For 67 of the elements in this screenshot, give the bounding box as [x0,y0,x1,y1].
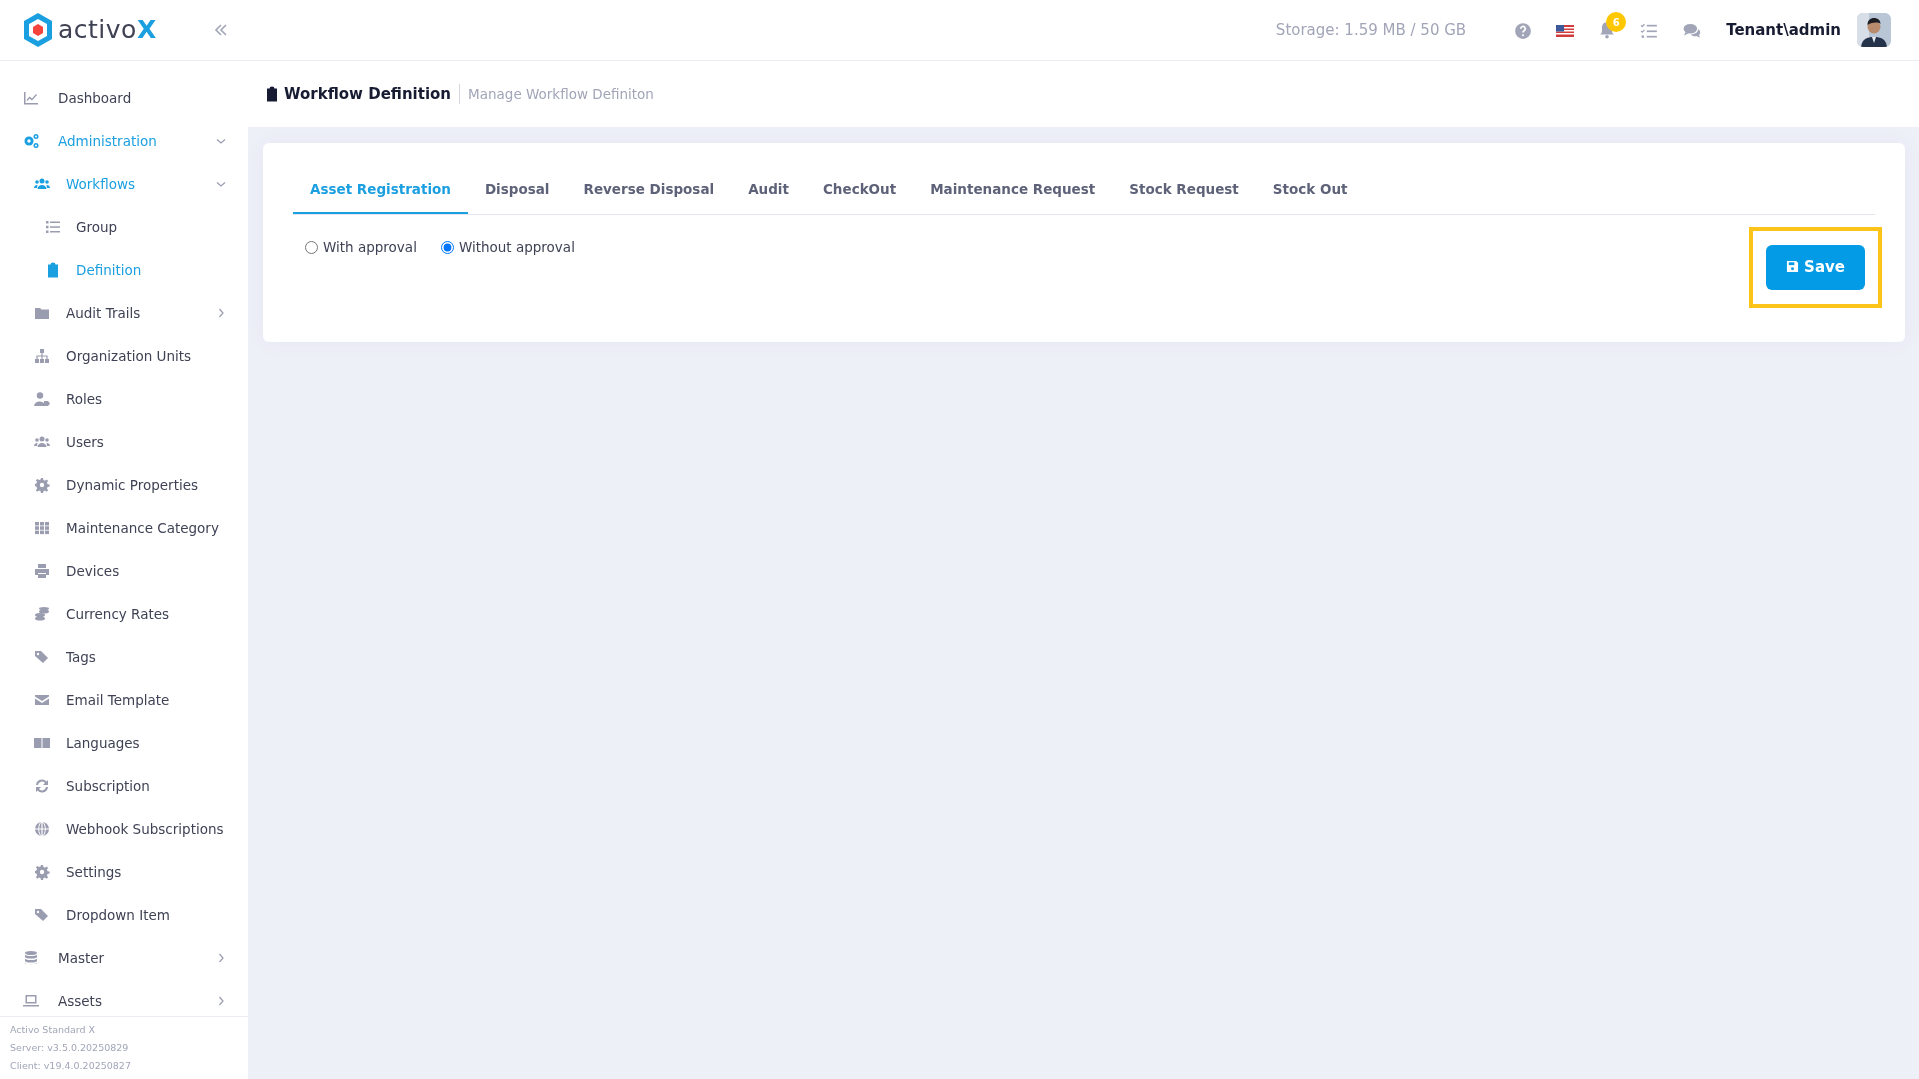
storage-text: Storage: 1.59 MB / 50 GB [1275,19,1467,41]
radio-button[interactable] [305,240,318,254]
chevron-right-icon [216,953,226,964]
sync-icon [33,778,51,795]
sidebar-item[interactable]: Organization Units [0,334,248,378]
user-name[interactable]: Tenant\admin [1726,18,1841,42]
gears-icon [22,133,40,150]
flag-icon[interactable] [1556,24,1575,37]
sidebar-item[interactable]: Devices [0,549,248,593]
tasks-icon[interactable] [1640,21,1659,40]
sidebar-item[interactable]: Master [0,936,248,980]
tab[interactable]: Audit [731,165,806,215]
sidebar-item[interactable]: Tags [0,635,248,679]
sidebar-item[interactable]: Roles [0,377,248,421]
folder-icon [33,305,51,322]
database-icon [22,950,40,967]
gear-icon [33,864,51,881]
printer-icon [33,563,51,580]
floppy-icon [1786,260,1800,274]
sidebar-item[interactable]: Languages [0,721,248,765]
grid-icon [33,520,51,537]
version-text: Activo Standard X [10,1023,97,1037]
help-icon[interactable] [1514,21,1533,40]
tab[interactable]: CheckOut [805,165,914,215]
sidebar-item[interactable]: Assets [0,979,248,1016]
sidebar-item[interactable]: Dropdown Item [0,893,248,937]
laptop-icon [22,993,40,1010]
gear-icon [33,477,51,494]
sidebar-item[interactable]: Users [0,420,248,464]
sidebar-item[interactable]: Settings [0,850,248,894]
tag-icon [33,649,51,666]
sidebar-item[interactable]: Email Template [0,678,248,722]
tab[interactable]: Disposal [467,165,567,215]
sitemap-icon [33,348,51,365]
page-title: Workflow Definition [284,83,452,105]
collapse-icon[interactable] [214,22,228,37]
tab[interactable]: Stock Out [1255,165,1365,215]
sidebar-item[interactable]: Group [0,205,248,249]
sidebar-item[interactable]: Webhook Subscriptions [0,807,248,851]
globe-icon [33,821,51,838]
list-icon [44,219,62,236]
sidebar-item[interactable]: Dashboard [0,76,248,120]
tag-icon [33,907,51,924]
tab[interactable]: Reverse Disposal [566,165,732,215]
radio-option[interactable]: Without approval [440,237,575,258]
clipboard-icon [264,85,280,103]
tab[interactable]: Maintenance Request [913,165,1113,215]
radio-button[interactable] [440,240,454,254]
sidebar-item[interactable]: Maintenance Category [0,506,248,550]
tab[interactable]: Stock Request [1112,165,1256,215]
version-text: Client: v19.4.0.20250827 [10,1059,132,1073]
chat-icon[interactable] [1682,21,1703,40]
version-text: Server: v3.5.0.20250829 [10,1041,130,1055]
chevron-right-icon [216,308,226,319]
sidebar-item[interactable]: Subscription [0,764,248,808]
user-tag-icon [33,391,51,408]
sidebar-item[interactable]: Audit Trails [0,291,248,335]
notification-badge: 6 [1606,12,1627,32]
logo-icon [22,11,54,48]
chevron-right-icon [216,996,226,1007]
sidebar-item[interactable]: Dynamic Properties [0,463,248,507]
sidebar-item[interactable]: Currency Rates [0,592,248,636]
chart-icon [22,90,40,107]
logo-text: activoX [58,14,157,47]
coins-icon [33,606,51,623]
radio-option[interactable]: With approval [305,237,417,258]
page-subtitle: Manage Workflow Definiton [459,83,654,105]
